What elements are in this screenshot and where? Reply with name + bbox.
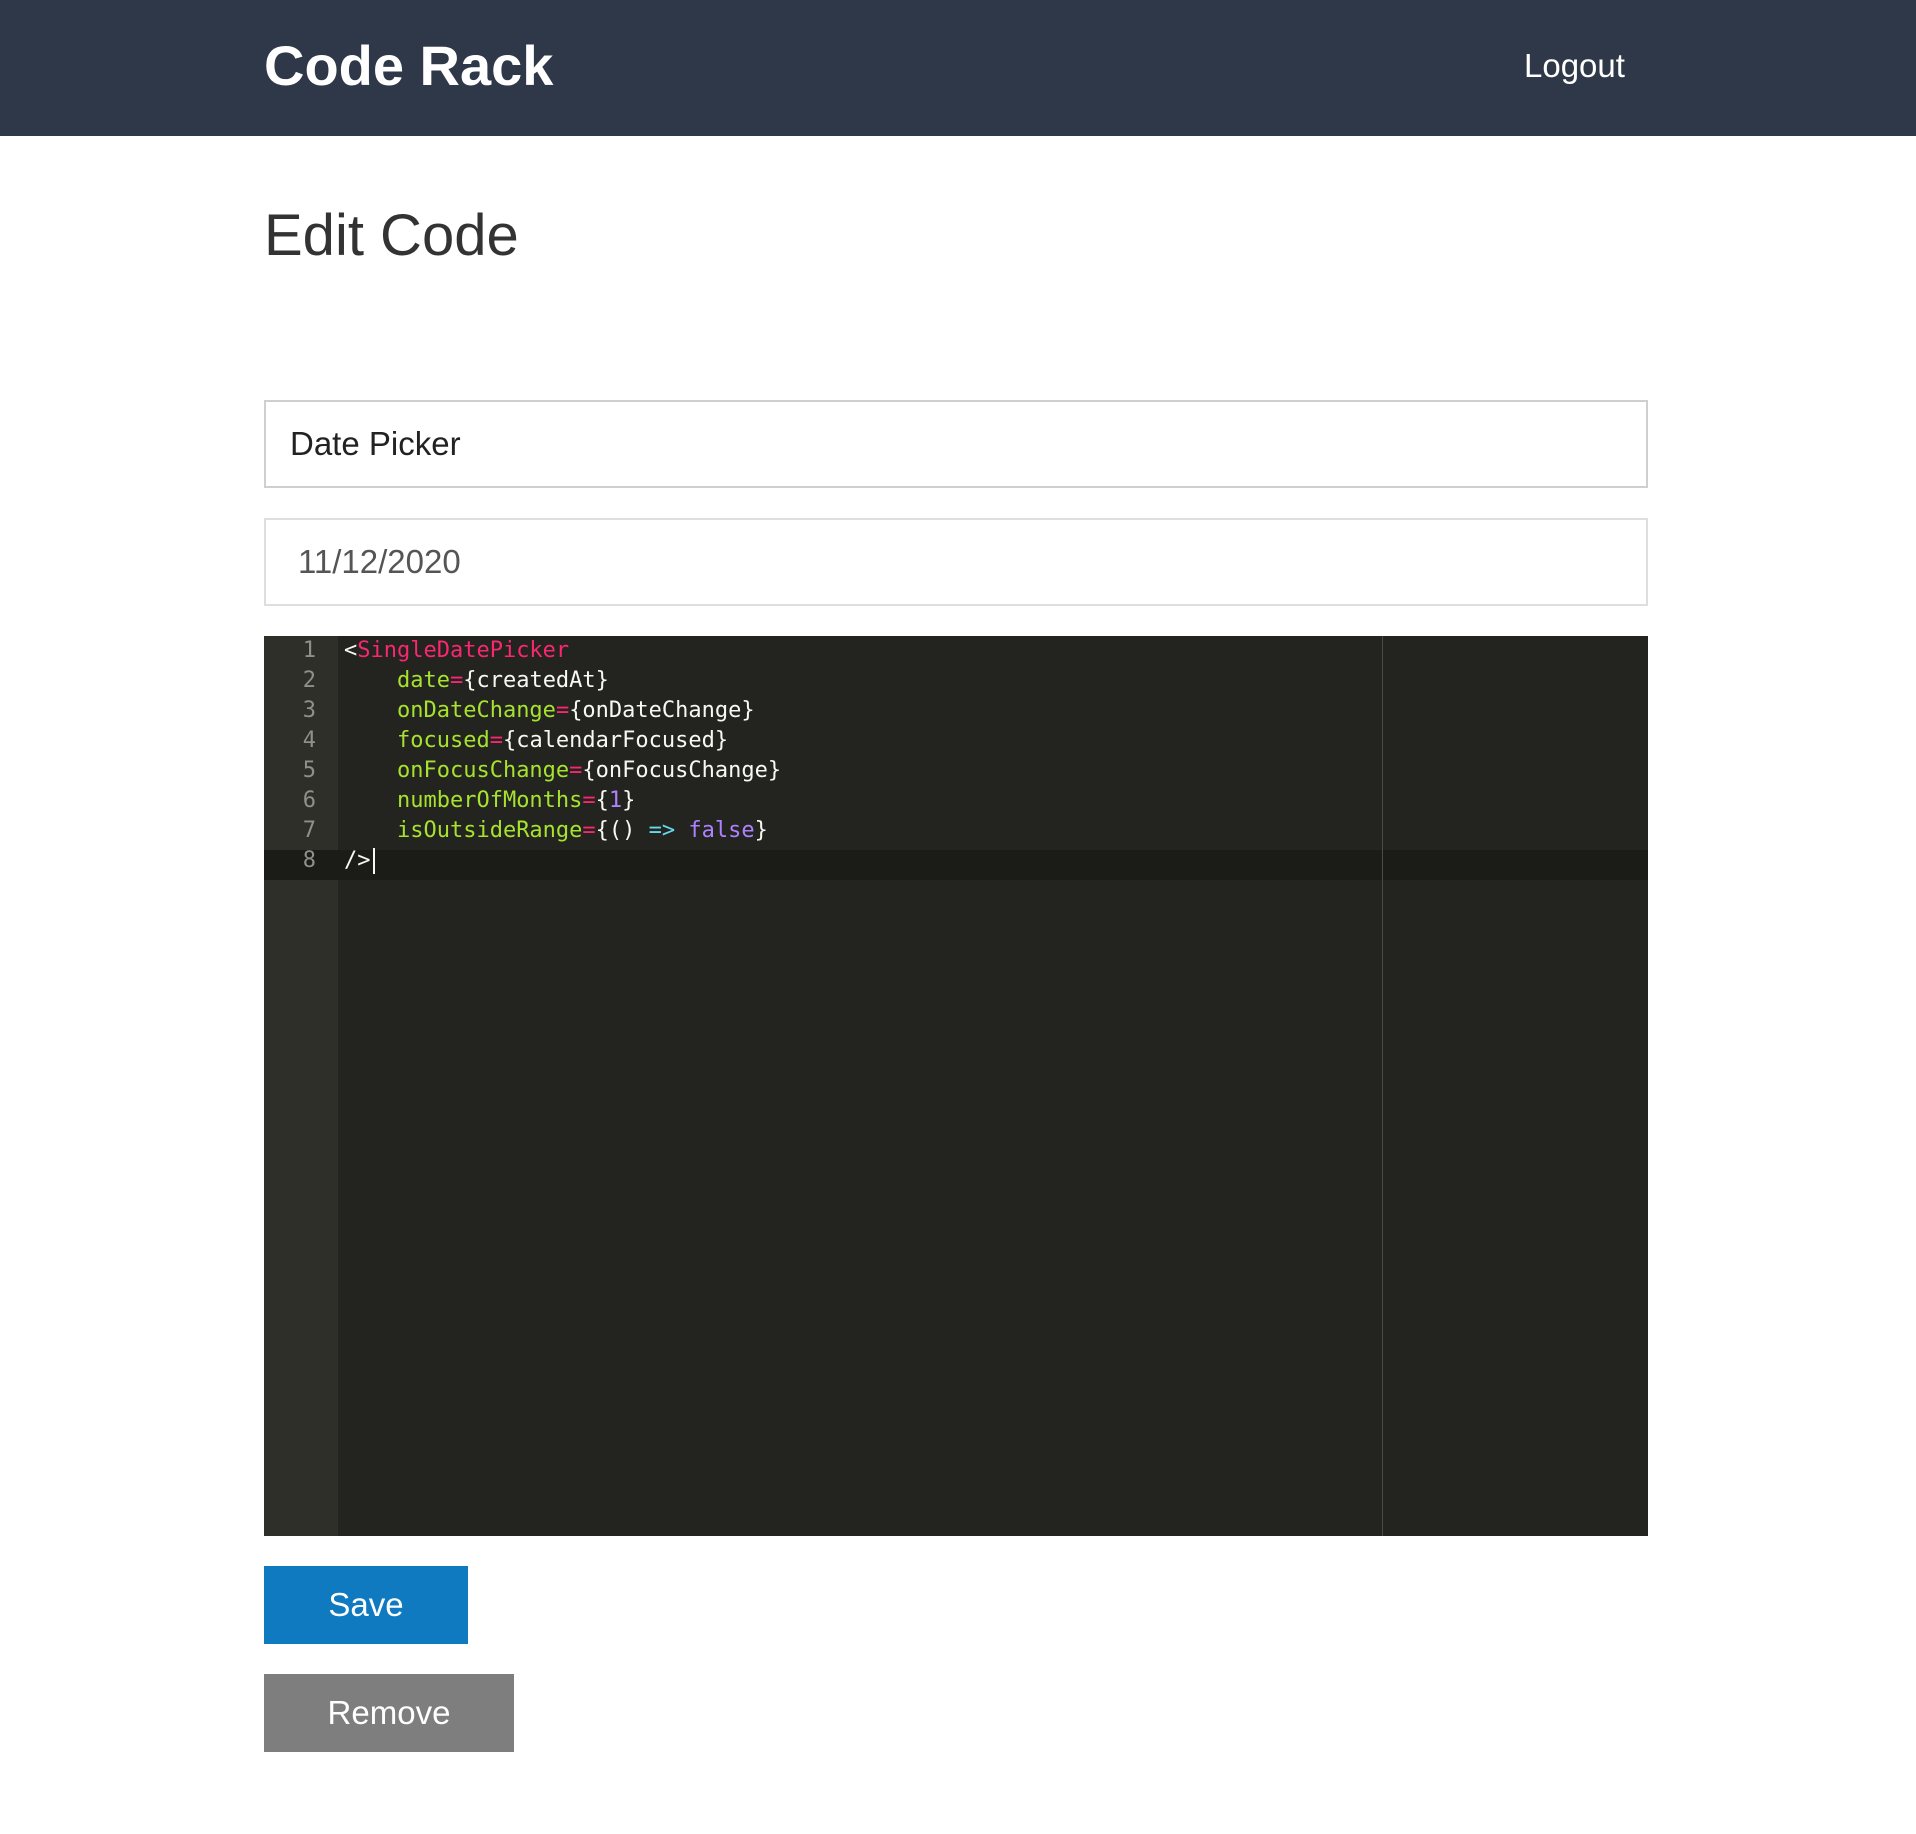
code-editor[interactable]: 12345678 <SingleDatePicker date={created… (264, 636, 1648, 1536)
code-token: false (688, 818, 755, 843)
code-token: = (555, 698, 570, 723)
save-code-button[interactable]: Save Code (264, 1566, 468, 1701)
page-title: Edit Code (264, 203, 519, 268)
logout-link[interactable]: Logout (1524, 46, 1625, 86)
code-line[interactable]: onDateChange={onDateChange} (344, 696, 755, 726)
code-token: onDateChange (396, 698, 556, 723)
code-line[interactable]: onFocusChange={onFocusChange} (344, 756, 781, 786)
code-token: < (344, 638, 358, 663)
code-token: {calendarFocused} (502, 728, 729, 753)
code-token: numberOfMonths (396, 788, 583, 813)
code-line[interactable]: date={createdAt} (344, 666, 609, 696)
line-number: 8 (302, 848, 316, 873)
date-input[interactable]: 11/12/2020 (264, 518, 1648, 606)
line-number: 1 (302, 638, 316, 663)
active-line-highlight (264, 850, 1648, 880)
code-token: 1 (608, 788, 623, 813)
code-token: = (489, 728, 503, 753)
code-token: = (582, 818, 596, 843)
code-token: } (622, 788, 636, 813)
code-token: {onFocusChange} (582, 758, 782, 783)
top-nav-bar: Code Rack Logout (0, 0, 1916, 136)
code-title-input[interactable]: Date Picker (264, 400, 1648, 488)
code-token: isOutsideRange (396, 818, 583, 843)
code-token: focused (396, 728, 490, 753)
line-number: 5 (302, 758, 316, 783)
code-token: => (648, 818, 676, 843)
code-line[interactable]: <SingleDatePicker (344, 636, 569, 666)
code-token: { (595, 788, 609, 813)
code-token: = (582, 788, 596, 813)
line-number: 4 (302, 728, 316, 753)
line-number: 6 (302, 788, 316, 813)
line-number: 7 (302, 818, 316, 843)
code-token: /> (344, 848, 371, 873)
brand-title[interactable]: Code Rack (264, 32, 553, 100)
code-line[interactable]: isOutsideRange={() => false} (344, 816, 768, 846)
code-token: } (754, 818, 768, 843)
code-token: date (396, 668, 450, 693)
code-token: onFocusChange (396, 758, 570, 783)
print-margin-line (1382, 636, 1383, 1536)
code-token: = (449, 668, 464, 693)
code-token: {onDateChange} (569, 698, 755, 723)
text-cursor (372, 848, 375, 874)
code-line[interactable]: focused={calendarFocused} (344, 726, 728, 756)
line-number: 2 (302, 668, 316, 693)
code-line[interactable]: /> (344, 846, 375, 876)
line-number: 3 (302, 698, 316, 723)
code-line[interactable]: numberOfMonths={1} (344, 786, 635, 816)
code-token: = (569, 758, 583, 783)
code-token: SingleDatePicker (357, 638, 570, 663)
code-token: {() (595, 818, 649, 843)
code-token: {createdAt} (463, 668, 609, 693)
remove-code-button[interactable]: Remove Code (264, 1674, 514, 1809)
